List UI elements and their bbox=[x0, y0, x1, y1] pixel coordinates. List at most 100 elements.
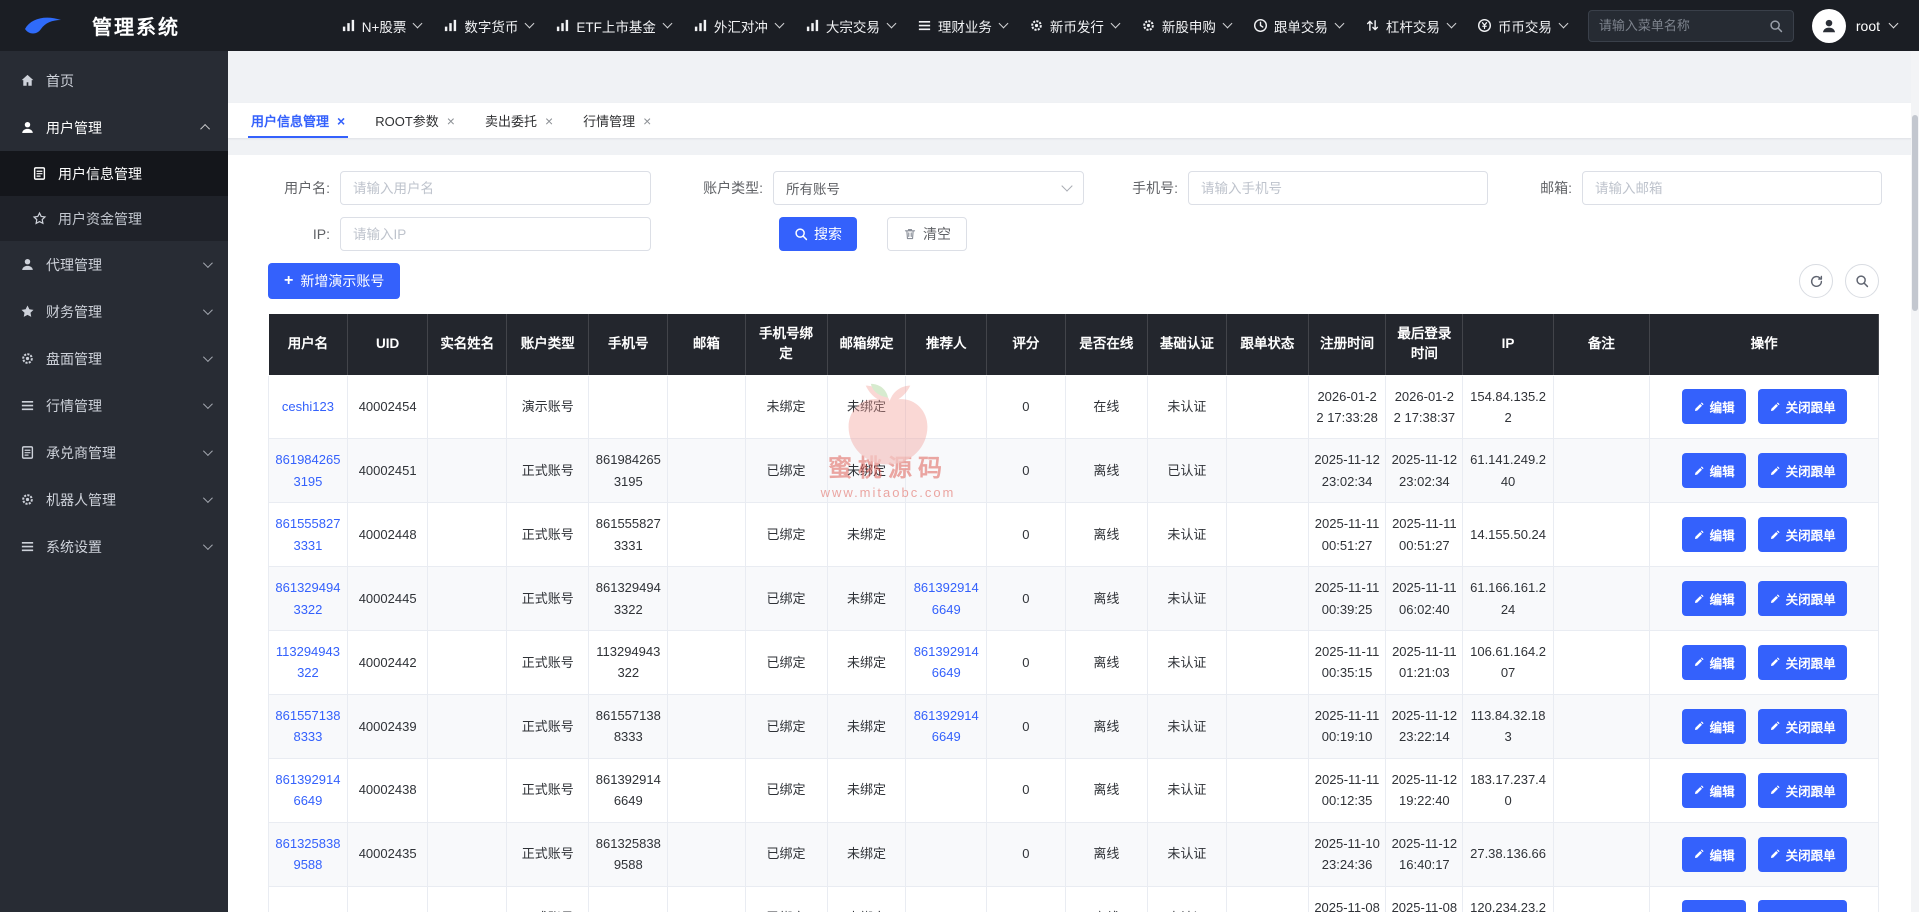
topnav-menu-forex-hedge[interactable]: 外汇对冲 bbox=[682, 0, 794, 51]
cell-ip: 14.155.50.24 bbox=[1463, 503, 1553, 567]
close-follow-button[interactable]: 关闭跟单 bbox=[1758, 837, 1847, 872]
tab-close-icon[interactable]: × bbox=[643, 114, 651, 128]
cell-account-type: 正式账号 bbox=[507, 631, 589, 695]
cell-reg-time: 2025-11-11 00:51:27 bbox=[1308, 503, 1385, 567]
topnav-menu-wealth-business[interactable]: 理财业务 bbox=[906, 0, 1018, 51]
column-header: 邮箱 bbox=[668, 314, 745, 376]
username-link[interactable]: 8615558273331 bbox=[275, 516, 340, 552]
edit-button[interactable]: 编辑 bbox=[1682, 453, 1746, 488]
tab-close-icon[interactable]: × bbox=[337, 114, 345, 128]
username-filter-input[interactable] bbox=[340, 171, 651, 205]
search-button[interactable]: 搜索 bbox=[779, 217, 857, 251]
tab-close-icon[interactable]: × bbox=[545, 114, 553, 128]
column-header: 推荐人 bbox=[906, 314, 987, 376]
topnav-menu-copy-trade[interactable]: 跟单交易 bbox=[1242, 0, 1354, 51]
cell-remark bbox=[1553, 886, 1650, 912]
topnav-menu-ipo-subscribe[interactable]: 新股申购 bbox=[1130, 0, 1242, 51]
username-link[interactable]: 8615571388333 bbox=[275, 708, 340, 744]
vertical-scrollbar[interactable] bbox=[1911, 51, 1919, 912]
plus-icon: + bbox=[284, 273, 293, 289]
sidebar-item-finance-mgmt[interactable]: 财务管理 bbox=[0, 288, 228, 335]
close-follow-button[interactable]: 关闭跟单 bbox=[1758, 900, 1847, 912]
sidebar-item-agent-mgmt[interactable]: 代理管理 bbox=[0, 241, 228, 288]
tab-sell-orders[interactable]: 卖出委托× bbox=[470, 103, 568, 138]
username-link[interactable]: 8619842653195 bbox=[275, 452, 340, 488]
sidebar-item-board-mgmt[interactable]: 盘面管理 bbox=[0, 335, 228, 382]
tab-user-info[interactable]: 用户信息管理× bbox=[236, 103, 360, 138]
cell-last-login: 2025-11-12 16:40:17 bbox=[1386, 822, 1463, 886]
close-follow-button[interactable]: 关闭跟单 bbox=[1758, 389, 1847, 424]
topnav-menu-coin-trade[interactable]: 币币交易 bbox=[1466, 0, 1578, 51]
edit-button[interactable]: 编辑 bbox=[1682, 389, 1746, 424]
chevron-up-icon bbox=[200, 124, 210, 134]
cell-actions: 编辑关闭跟单 bbox=[1650, 631, 1879, 695]
sidebar-item-quotes-mgmt[interactable]: 行情管理 bbox=[0, 382, 228, 429]
account-type-select[interactable]: 所有账号 bbox=[773, 171, 1084, 205]
edit-button[interactable]: 编辑 bbox=[1682, 709, 1746, 744]
sidebar-item-label: 财务管理 bbox=[46, 302, 102, 322]
username-link[interactable]: 113294943322 bbox=[276, 644, 340, 680]
referrer-link[interactable]: 8613929146649 bbox=[914, 644, 979, 680]
edit-button[interactable]: 编辑 bbox=[1682, 900, 1746, 912]
column-header: 实名姓名 bbox=[428, 314, 507, 376]
phone-filter-input[interactable] bbox=[1188, 171, 1488, 205]
refresh-button[interactable] bbox=[1799, 264, 1833, 298]
topnav-menu-new-coin-issue[interactable]: 新币发行 bbox=[1018, 0, 1130, 51]
user-menu[interactable]: root bbox=[1856, 18, 1897, 34]
cell-online: 离线 bbox=[1065, 631, 1147, 695]
sidebar-item-user-mgmt[interactable]: 用户管理 bbox=[0, 104, 228, 151]
edit-button[interactable]: 编辑 bbox=[1682, 517, 1746, 552]
cell-phone-bind: 已绑定 bbox=[745, 567, 827, 631]
close-follow-button[interactable]: 关闭跟单 bbox=[1758, 709, 1847, 744]
tab-root-params[interactable]: ROOT参数× bbox=[360, 103, 470, 138]
username-link[interactable]: ceshi123 bbox=[282, 399, 334, 414]
sidebar-item-user-funds-mgmt[interactable]: 用户资金管理 bbox=[0, 196, 228, 241]
sidebar-item-home[interactable]: 首页 bbox=[0, 57, 228, 104]
close-follow-button[interactable]: 关闭跟单 bbox=[1758, 517, 1847, 552]
topnav-menu-leverage-trade[interactable]: 杠杆交易 bbox=[1354, 0, 1466, 51]
gear-icon bbox=[20, 492, 35, 507]
action-row: + 新增演示账号 bbox=[268, 263, 1879, 299]
username-link[interactable]: 8613258389588 bbox=[275, 836, 340, 872]
gear-icon bbox=[20, 351, 35, 366]
close-follow-button[interactable]: 关闭跟单 bbox=[1758, 581, 1847, 616]
ip-filter-input[interactable] bbox=[340, 217, 651, 251]
username-link[interactable]: 8613929146649 bbox=[275, 772, 340, 808]
pencil-icon bbox=[1693, 848, 1705, 860]
menu-search-input[interactable] bbox=[1599, 18, 1769, 33]
referrer-link[interactable]: 8613929146649 bbox=[914, 708, 979, 744]
edit-button[interactable]: 编辑 bbox=[1682, 837, 1746, 872]
topnav-menu-digital-currency[interactable]: 数字货币 bbox=[432, 0, 544, 51]
close-follow-button[interactable]: 关闭跟单 bbox=[1758, 645, 1847, 680]
tab-close-icon[interactable]: × bbox=[447, 114, 455, 128]
chart-icon bbox=[443, 18, 458, 33]
sidebar-item-system-settings[interactable]: 系统设置 bbox=[0, 523, 228, 570]
pencil-icon bbox=[1693, 593, 1705, 605]
cell-score: 0 bbox=[986, 375, 1065, 439]
sidebar-item-acceptor-mgmt[interactable]: 承兑商管理 bbox=[0, 429, 228, 476]
add-demo-account-button[interactable]: + 新增演示账号 bbox=[268, 263, 400, 299]
column-search-button[interactable] bbox=[1845, 264, 1879, 298]
referrer-link[interactable]: 8613929146649 bbox=[914, 580, 979, 616]
edit-button[interactable]: 编辑 bbox=[1682, 581, 1746, 616]
topnav-menu-block-trade[interactable]: 大宗交易 bbox=[794, 0, 906, 51]
cell-email-bind: 未绑定 bbox=[827, 375, 906, 439]
username-link[interactable]: 8613294943322 bbox=[275, 580, 340, 616]
cell-online: 离线 bbox=[1065, 439, 1147, 503]
close-follow-button[interactable]: 关闭跟单 bbox=[1758, 453, 1847, 488]
tab-quotes[interactable]: 行情管理× bbox=[568, 103, 666, 138]
column-header: 手机号 bbox=[589, 314, 668, 376]
chevron-down-icon bbox=[1446, 19, 1456, 29]
sidebar-item-robot-mgmt[interactable]: 机器人管理 bbox=[0, 476, 228, 523]
avatar[interactable] bbox=[1812, 9, 1846, 43]
topnav-menu-etf-fund[interactable]: ETF上市基金 bbox=[544, 0, 682, 51]
email-filter-input[interactable] bbox=[1582, 171, 1882, 205]
clear-button[interactable]: 清空 bbox=[887, 217, 967, 251]
close-follow-button[interactable]: 关闭跟单 bbox=[1758, 773, 1847, 808]
topnav-menu-n-stocks[interactable]: N+股票 bbox=[330, 0, 433, 51]
scrollbar-thumb[interactable] bbox=[1912, 115, 1918, 311]
edit-button[interactable]: 编辑 bbox=[1682, 645, 1746, 680]
sidebar-item-user-info-mgmt[interactable]: 用户信息管理 bbox=[0, 151, 228, 196]
edit-button[interactable]: 编辑 bbox=[1682, 773, 1746, 808]
cell-realname bbox=[428, 758, 507, 822]
